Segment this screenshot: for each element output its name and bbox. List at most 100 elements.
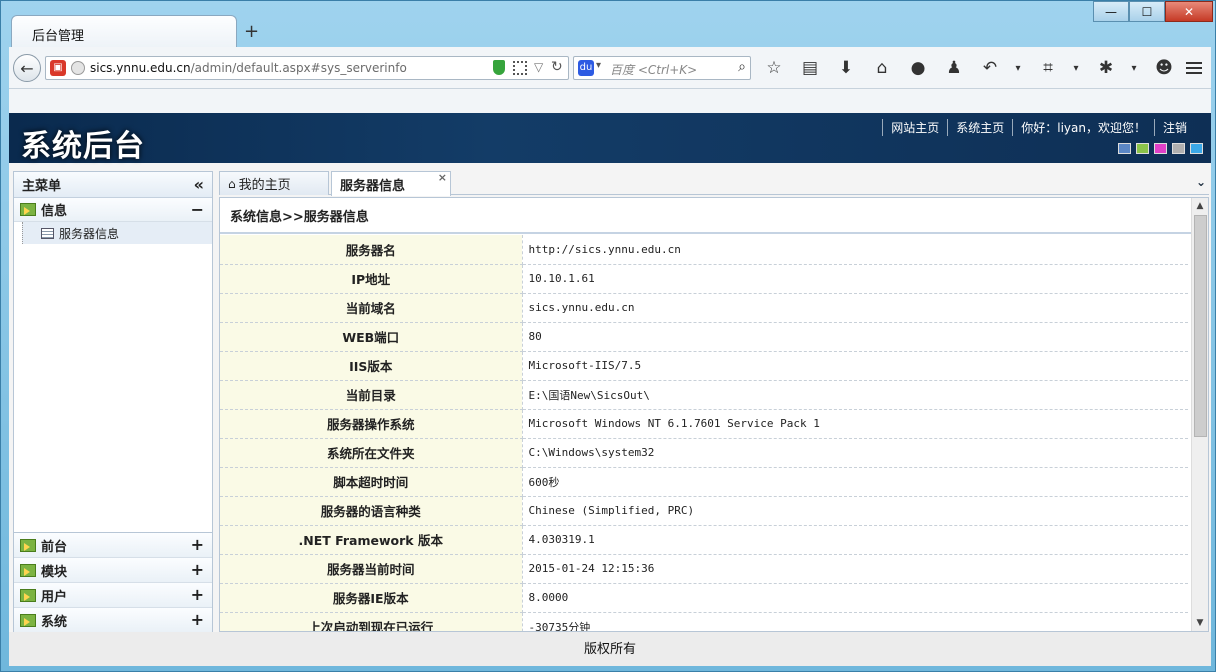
theme-swatch-blue[interactable] <box>1118 143 1131 154</box>
home-icon[interactable]: ⌂ <box>869 56 895 80</box>
table-row: 服务器名 http://sics.ynnu.edu.cn <box>220 235 1188 265</box>
theme-swatch-gray[interactable] <box>1172 143 1185 154</box>
dropdown-arrow-icon[interactable]: ▽ <box>534 60 543 74</box>
welcome-text: 你好：liyan，欢迎您！ <box>1012 119 1154 136</box>
home-icon: ⌂ <box>228 176 236 191</box>
expand-group-icon[interactable]: + <box>191 610 204 629</box>
browser-toolbar: ☆ ▤ ⬇ ⌂ ● ♟ ↶ ▾ ⌗ ▾ ✱ ▾ ☻ <box>761 56 1187 80</box>
bookmark-star-icon[interactable]: ☆ <box>761 56 787 80</box>
tab-my-home[interactable]: ⌂ 我的主页 <box>219 171 329 195</box>
row-key: 当前域名 <box>220 293 523 323</box>
baidu-icon[interactable]: du <box>578 60 594 76</box>
vertical-scrollbar[interactable]: ▲ ▼ <box>1191 198 1208 631</box>
scroll-up-icon[interactable]: ▲ <box>1192 198 1208 214</box>
folder-icon <box>20 203 36 216</box>
arrow-left-icon: ← <box>20 58 34 78</box>
table-row: 系统所在文件夹 C:\Windows\system32 <box>220 438 1188 468</box>
sidebar-group-label: 前台 <box>41 539 68 555</box>
shield-icon[interactable] <box>493 60 505 75</box>
row-value: E:\国语New\SicsOut\ <box>522 380 1188 410</box>
scroll-down-icon[interactable]: ▼ <box>1192 615 1208 631</box>
sidebar-item-label: 服务器信息 <box>59 226 120 241</box>
extension-bug-icon[interactable]: ✱ <box>1093 56 1119 80</box>
sidebar-group-users[interactable]: 用户 + <box>14 583 212 608</box>
theme-swatch-cyan[interactable] <box>1190 143 1203 154</box>
close-window-button[interactable]: ✕ <box>1165 1 1213 22</box>
row-value: 2015-01-24 12:15:36 <box>522 554 1188 584</box>
web-page: 系统后台 网站主页 系统主页 你好：liyan，欢迎您！ 注销 主菜单 « 信息… <box>9 113 1211 666</box>
reading-list-icon[interactable]: ▤ <box>797 56 823 80</box>
row-value: 8.0000 <box>522 583 1188 613</box>
row-key: 服务器当前时间 <box>220 554 523 584</box>
reload-icon[interactable]: ↻ <box>551 59 563 75</box>
close-tab-icon[interactable]: × <box>438 171 447 184</box>
sidebar-group-label: 信息 <box>41 204 68 219</box>
server-info-table: 服务器名 http://sics.ynnu.edu.cn IP地址 10.10.1.6… <box>220 235 1188 631</box>
row-key: IIS版本 <box>220 351 523 381</box>
row-key: 当前目录 <box>220 380 523 410</box>
hamburger-menu-icon[interactable] <box>1181 56 1207 80</box>
table-row: 服务器IE版本 8.0000 <box>220 583 1188 613</box>
smiley-icon[interactable]: ☻ <box>1151 56 1177 80</box>
expand-group-icon[interactable]: + <box>191 560 204 579</box>
back-button[interactable]: ← <box>13 54 41 82</box>
scrollbar-thumb[interactable] <box>1194 215 1207 437</box>
folder-icon <box>20 563 36 577</box>
row-value: Chinese (Simplified, PRC) <box>522 496 1188 526</box>
row-value: Microsoft Windows NT 6.1.7601 Service Pa… <box>522 409 1188 439</box>
search-engine-dropdown-icon[interactable]: ▾ <box>596 60 601 71</box>
crop-dropdown-icon[interactable]: ▾ <box>1071 63 1081 74</box>
breadcrumb: 系统信息>>服务器信息 <box>220 198 1208 234</box>
sidebar-item-server-info[interactable]: 服务器信息 <box>22 222 212 244</box>
sidebar-group-info[interactable]: 信息 − <box>14 198 212 222</box>
table-row: 脚本超时时间 600秒 <box>220 467 1188 497</box>
row-key: 服务器IE版本 <box>220 583 523 613</box>
table-row: 服务器的语言种类 Chinese (Simplified, PRC) <box>220 496 1188 526</box>
link-website-home[interactable]: 网站主页 <box>882 119 947 136</box>
user-icon[interactable]: ♟ <box>941 56 967 80</box>
browser-tab[interactable]: 后台管理 <box>11 15 237 47</box>
row-value: 10.10.1.61 <box>522 264 1188 294</box>
link-system-home[interactable]: 系统主页 <box>947 119 1012 136</box>
sidebar-group-system[interactable]: 系统 + <box>14 608 212 633</box>
extension-dropdown-icon[interactable]: ▾ <box>1129 63 1139 74</box>
row-value: 600秒 <box>522 467 1188 497</box>
crop-icon[interactable]: ⌗ <box>1035 56 1061 80</box>
sidebar-header: 主菜单 « <box>14 172 212 198</box>
site-header: 系统后台 网站主页 系统主页 你好：liyan，欢迎您！ 注销 <box>9 113 1211 164</box>
search-icon[interactable]: ⌕ <box>738 59 746 75</box>
browser-window: 后台管理 + — ☐ ✕ ← ▣ sics.ynnu.edu.cn/admin/… <box>0 0 1216 672</box>
link-logout[interactable]: 注销 <box>1153 119 1195 136</box>
sidebar-group-modules[interactable]: 模块 + <box>14 558 212 583</box>
theme-swatches <box>1118 143 1203 154</box>
minimize-button[interactable]: — <box>1093 1 1129 22</box>
theme-swatch-green[interactable] <box>1136 143 1149 154</box>
undo-dropdown-icon[interactable]: ▾ <box>1013 63 1023 74</box>
sidebar-group-frontend[interactable]: 前台 + <box>14 533 212 558</box>
browser-tab-title: 后台管理 <box>32 29 85 44</box>
address-bar[interactable]: ▣ sics.ynnu.edu.cn/admin/default.aspx#sy… <box>45 56 569 80</box>
tab-server-info[interactable]: 服务器信息 × <box>331 171 451 196</box>
folder-icon <box>20 613 36 627</box>
navigation-bar: ← ▣ sics.ynnu.edu.cn/admin/default.aspx#… <box>9 47 1211 89</box>
download-icon[interactable]: ⬇ <box>833 56 859 80</box>
theme-swatch-pink[interactable] <box>1154 143 1167 154</box>
row-key: IP地址 <box>220 264 523 294</box>
undo-icon[interactable]: ↶ <box>977 56 1003 80</box>
qr-code-icon[interactable] <box>513 61 527 75</box>
sidebar-group-label: 系统 <box>41 614 68 630</box>
search-box[interactable]: du ▾ 百度 <Ctrl+K> ⌕ <box>573 56 751 80</box>
chat-icon[interactable]: ● <box>905 56 931 80</box>
collapse-group-icon[interactable]: − <box>191 200 204 219</box>
row-key: 服务器的语言种类 <box>220 496 523 526</box>
maximize-button[interactable]: ☐ <box>1129 1 1165 22</box>
expand-group-icon[interactable]: + <box>191 585 204 604</box>
chevron-double-down-icon[interactable]: ⌄ <box>1193 174 1209 190</box>
collapse-sidebar-icon[interactable]: « <box>194 175 204 194</box>
new-tab-button[interactable]: + <box>244 21 259 42</box>
title-bar: 后台管理 + — ☐ ✕ <box>1 1 1216 47</box>
expand-group-icon[interactable]: + <box>191 535 204 554</box>
folder-icon <box>20 538 36 552</box>
table-row: 当前域名 sics.ynnu.edu.cn <box>220 293 1188 323</box>
table-row: 服务器当前时间 2015-01-24 12:15:36 <box>220 554 1188 584</box>
